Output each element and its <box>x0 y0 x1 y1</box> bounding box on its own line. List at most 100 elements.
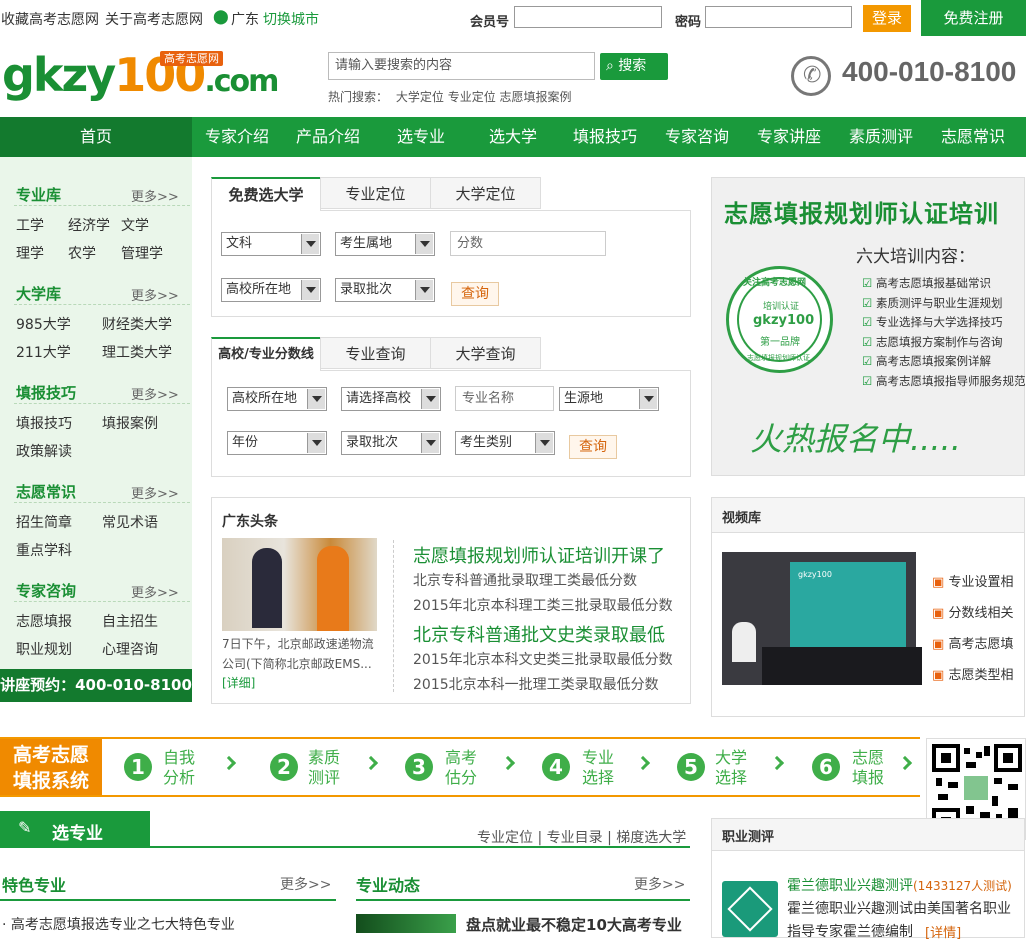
sidebar-link[interactable]: 财经类大学 <box>102 314 172 334</box>
nav-item[interactable]: 志愿常识 <box>941 117 1005 157</box>
list-item: ☑ 高考志愿填报指导师服务规范 <box>862 373 1026 388</box>
score-input[interactable]: 分数 <box>450 231 606 256</box>
student-type-select[interactable]: 考生类别 <box>455 431 555 455</box>
province-select[interactable]: 考生属地 <box>335 232 435 256</box>
sidebar-link[interactable]: 理工类大学 <box>102 342 172 362</box>
sidebar-link[interactable]: 填报案例 <box>102 413 158 433</box>
news-photo[interactable] <box>222 538 377 631</box>
sidebar-link[interactable]: 农学 <box>68 243 96 263</box>
tab-score-line[interactable]: 高校/专业分数线 <box>211 337 321 371</box>
nav-item[interactable]: 选专业 <box>397 117 445 157</box>
sidebar-link[interactable]: 985大学 <box>16 314 71 334</box>
video-icon: ▣ <box>932 575 945 590</box>
video-link[interactable]: ▣ 志愿类型相 <box>932 660 1013 691</box>
switch-city-link[interactable]: 切换城市 <box>263 9 319 29</box>
year-select[interactable]: 年份 <box>227 431 327 455</box>
news-item[interactable]: 2015北京本科一批理工类录取最低分数 <box>413 674 659 694</box>
news-item[interactable]: 北京专科普通批录取理工类最低分数 <box>413 570 637 590</box>
register-button[interactable]: 免费注册 <box>921 0 1026 36</box>
city-label: 广东 <box>231 12 259 28</box>
college-location-select[interactable]: 高校所在地 <box>221 278 321 302</box>
tab-major-position[interactable]: 专业定位 <box>320 177 431 209</box>
batch-select[interactable]: 录取批次 <box>341 431 441 455</box>
nav-item[interactable]: 产品介绍 <box>296 117 360 157</box>
sidebar-link[interactable]: 211大学 <box>16 342 71 362</box>
nav-item[interactable]: 填报技巧 <box>573 117 637 157</box>
training-ad[interactable]: 志愿填报规划师认证培训 六大培训内容： 关注高考志愿网 培训认证 gkzy100… <box>711 177 1025 476</box>
sidebar-link[interactable]: 管理学 <box>121 243 163 263</box>
search-button[interactable]: ⌕ 搜索 <box>600 53 668 80</box>
sidebar-more-link[interactable]: 更多>> <box>131 186 179 205</box>
news-item[interactable]: 2015年北京本科文史类三批录取最低分数 <box>413 649 673 669</box>
college-select[interactable]: 请选择高校 <box>341 387 441 411</box>
sidebar-link[interactable]: 政策解读 <box>16 441 72 461</box>
nav-item[interactable]: 素质测评 <box>849 117 913 157</box>
news-headline[interactable]: 志愿填报规划师认证培训开课了 <box>413 542 665 568</box>
sidebar-link[interactable]: 填报技巧 <box>16 413 72 433</box>
sidebar-link[interactable]: 经济学 <box>68 215 110 235</box>
nav-item[interactable]: 专家介绍 <box>205 117 269 157</box>
password-input[interactable] <box>705 6 852 28</box>
sidebar-more-link[interactable]: 更多>> <box>131 384 179 403</box>
holland-detail-link[interactable]: [详情] <box>925 922 961 941</box>
major-name-input[interactable]: 专业名称 <box>455 386 554 411</box>
featured-item[interactable]: · 高考志愿填报选专业之七大特色专业 <box>2 914 235 934</box>
about-link[interactable]: 关于高考志愿网 <box>105 9 203 29</box>
major-news-thumbnail[interactable] <box>356 914 456 933</box>
major-news-item[interactable]: 盘点就业最不稳定10大高考专业 <box>466 914 682 935</box>
sidebar-more-link[interactable]: 更多>> <box>131 483 179 502</box>
video-thumbnail[interactable]: gkzy100 <box>722 552 922 685</box>
sidebar-link[interactable]: 自主招生 <box>102 611 158 631</box>
query-button[interactable]: 查询 <box>569 435 617 459</box>
tab-major-query[interactable]: 专业查询 <box>320 337 431 369</box>
sidebar-link[interactable]: 常见术语 <box>102 512 158 532</box>
search-input[interactable]: 请输入要搜索的内容 <box>328 52 595 80</box>
nav-item[interactable]: 专家讲座 <box>757 117 821 157</box>
nav-item[interactable]: 专家咨询 <box>665 117 729 157</box>
college-location-select[interactable]: 高校所在地 <box>227 387 327 411</box>
step-label: 高考 估分 <box>445 748 478 787</box>
query-button[interactable]: 查询 <box>451 282 499 306</box>
system-banner[interactable]: 高考志愿 填报系统 1 自我 分析 2 素质 测评 3 高考 估分 4 专业 选择 5 大… <box>0 737 920 797</box>
section-link[interactable]: 专业定位 <box>477 830 533 846</box>
site-logo[interactable]: gkzy100.com 高考志愿网 <box>2 50 279 100</box>
sidebar-link[interactable]: 招生简章 <box>16 512 72 532</box>
hot-link[interactable]: 专业定位 <box>448 90 496 104</box>
sidebar-more-link[interactable]: 更多>> <box>131 582 179 601</box>
sidebar-link[interactable]: 重点学科 <box>16 540 72 560</box>
sidebar-content: 专业库 更多>> 工学 经济学 文学 理学 农学 管理学 大学库 更多>> 98… <box>0 157 192 702</box>
hot-link[interactable]: 大学定位 <box>396 90 444 104</box>
nav-item[interactable]: 选大学 <box>489 117 537 157</box>
sidebar-link[interactable]: 职业规划 <box>16 639 72 659</box>
lecture-booking[interactable]: 讲座预约：400-010-8100 <box>0 669 192 702</box>
favorite-link[interactable]: 收藏高考志愿网 <box>1 9 99 29</box>
login-button[interactable]: 登录 <box>863 5 911 32</box>
tab-university-position[interactable]: 大学定位 <box>430 177 541 209</box>
featured-more-link[interactable]: 更多>> <box>280 874 331 894</box>
sidebar-link[interactable]: 工学 <box>16 215 44 235</box>
major-news-more-link[interactable]: 更多>> <box>634 874 685 894</box>
holland-test-link[interactable]: 霍兰德职业兴趣测评 <box>787 875 913 895</box>
news-headline[interactable]: 北京专科普通批文史类录取最低 <box>413 621 665 647</box>
sidebar-more-link[interactable]: 更多>> <box>131 285 179 304</box>
member-input[interactable] <box>514 6 662 28</box>
video-link[interactable]: ▣ 分数线相关 <box>932 598 1013 629</box>
news-item[interactable]: 2015年北京本科理工类三批录取最低分数 <box>413 595 673 615</box>
sidebar-link[interactable]: 文学 <box>121 215 149 235</box>
nav-home[interactable]: 首页 <box>0 117 192 157</box>
sidebar-link[interactable]: 心理咨询 <box>102 639 158 659</box>
section-link[interactable]: 梯度选大学 <box>616 830 686 846</box>
tab-free-select-university[interactable]: 免费选大学 <box>211 177 321 211</box>
hot-link[interactable]: 志愿填报案例 <box>500 90 572 104</box>
news-detail-link[interactable]: [详细] <box>222 674 255 691</box>
section-link[interactable]: 专业目录 <box>547 830 603 846</box>
video-link[interactable]: ▣ 专业设置相 <box>932 567 1013 598</box>
chevron-down-icon <box>415 234 433 254</box>
video-link[interactable]: ▣ 高考志愿填 <box>932 629 1013 660</box>
sidebar-link[interactable]: 理学 <box>16 243 44 263</box>
batch-select[interactable]: 录取批次 <box>335 278 435 302</box>
tab-university-query[interactable]: 大学查询 <box>430 337 541 369</box>
origin-select[interactable]: 生源地 <box>559 387 659 411</box>
subject-select[interactable]: 文科 <box>221 232 321 256</box>
sidebar-link[interactable]: 志愿填报 <box>16 611 72 631</box>
